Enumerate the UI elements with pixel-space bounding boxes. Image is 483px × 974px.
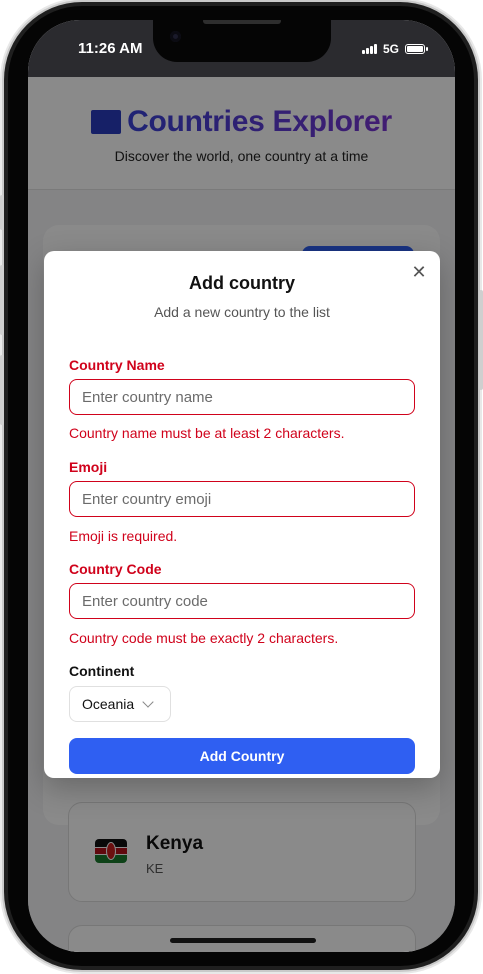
status-bar: 11:26 AM 5G	[28, 20, 455, 77]
country-name-label: Country Name	[69, 357, 165, 373]
notch	[153, 20, 331, 62]
country-code-error: Country code must be exactly 2 character…	[69, 630, 339, 646]
continent-select[interactable]: Oceania	[69, 686, 171, 722]
dialog-title: Add country	[189, 273, 295, 293]
camera-icon	[170, 31, 181, 42]
status-time: 11:26 AM	[78, 40, 143, 57]
volume-up-button	[0, 265, 4, 335]
country-name-input[interactable]	[69, 379, 415, 415]
country-name-error: Country name must be at least 2 characte…	[69, 425, 345, 441]
continent-selected-value: Oceania	[82, 696, 135, 712]
speaker-grill	[203, 20, 281, 24]
power-button	[479, 290, 483, 390]
network-type: 5G	[382, 42, 399, 56]
add-country-dialog: ✕ Add country Add a new country to the l…	[44, 251, 440, 778]
add-country-button[interactable]: Add Country	[69, 738, 415, 774]
home-indicator[interactable]	[170, 938, 316, 943]
country-code-label: Country Code	[69, 561, 162, 577]
battery-icon	[405, 44, 428, 54]
emoji-input[interactable]	[69, 481, 415, 517]
country-code-input[interactable]	[69, 583, 415, 619]
continent-label: Continent	[69, 663, 135, 679]
emoji-label: Emoji	[69, 459, 108, 475]
emoji-error: Emoji is required.	[69, 528, 178, 544]
chevron-down-icon	[142, 696, 154, 708]
mute-switch	[0, 195, 4, 230]
dialog-description: Add a new country to the list	[154, 304, 330, 320]
volume-down-button	[0, 355, 4, 425]
status-icons: 5G	[361, 42, 428, 56]
signal-icon	[361, 44, 377, 54]
screen: 11:26 AM 5G Countries Explorer Discover …	[28, 20, 455, 952]
